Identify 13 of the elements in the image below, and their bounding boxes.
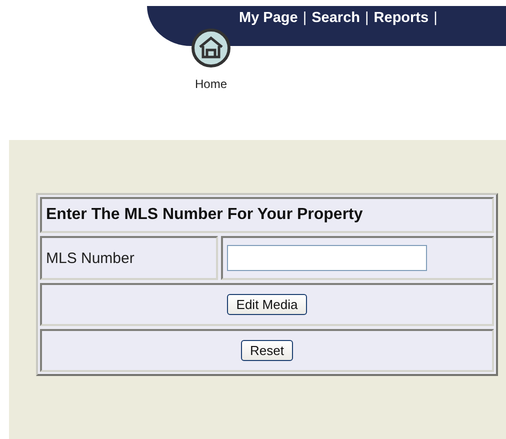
home-icon[interactable] bbox=[191, 28, 231, 68]
nav-link[interactable]: Reports bbox=[374, 10, 429, 26]
form-button[interactable]: Edit Media bbox=[227, 294, 307, 315]
separator: | bbox=[302, 10, 307, 26]
form-title: Enter The MLS Number For Your Property bbox=[45, 206, 363, 224]
separator: | bbox=[434, 10, 438, 26]
nav-link[interactable]: My Page bbox=[239, 10, 298, 26]
mls-number-field[interactable] bbox=[227, 245, 427, 271]
form-button[interactable]: Reset bbox=[241, 340, 293, 361]
nav-link[interactable]: Search bbox=[312, 10, 360, 26]
home-label: Home bbox=[194, 77, 227, 91]
field-label: MLS Number bbox=[45, 250, 134, 266]
separator: | bbox=[365, 10, 369, 26]
